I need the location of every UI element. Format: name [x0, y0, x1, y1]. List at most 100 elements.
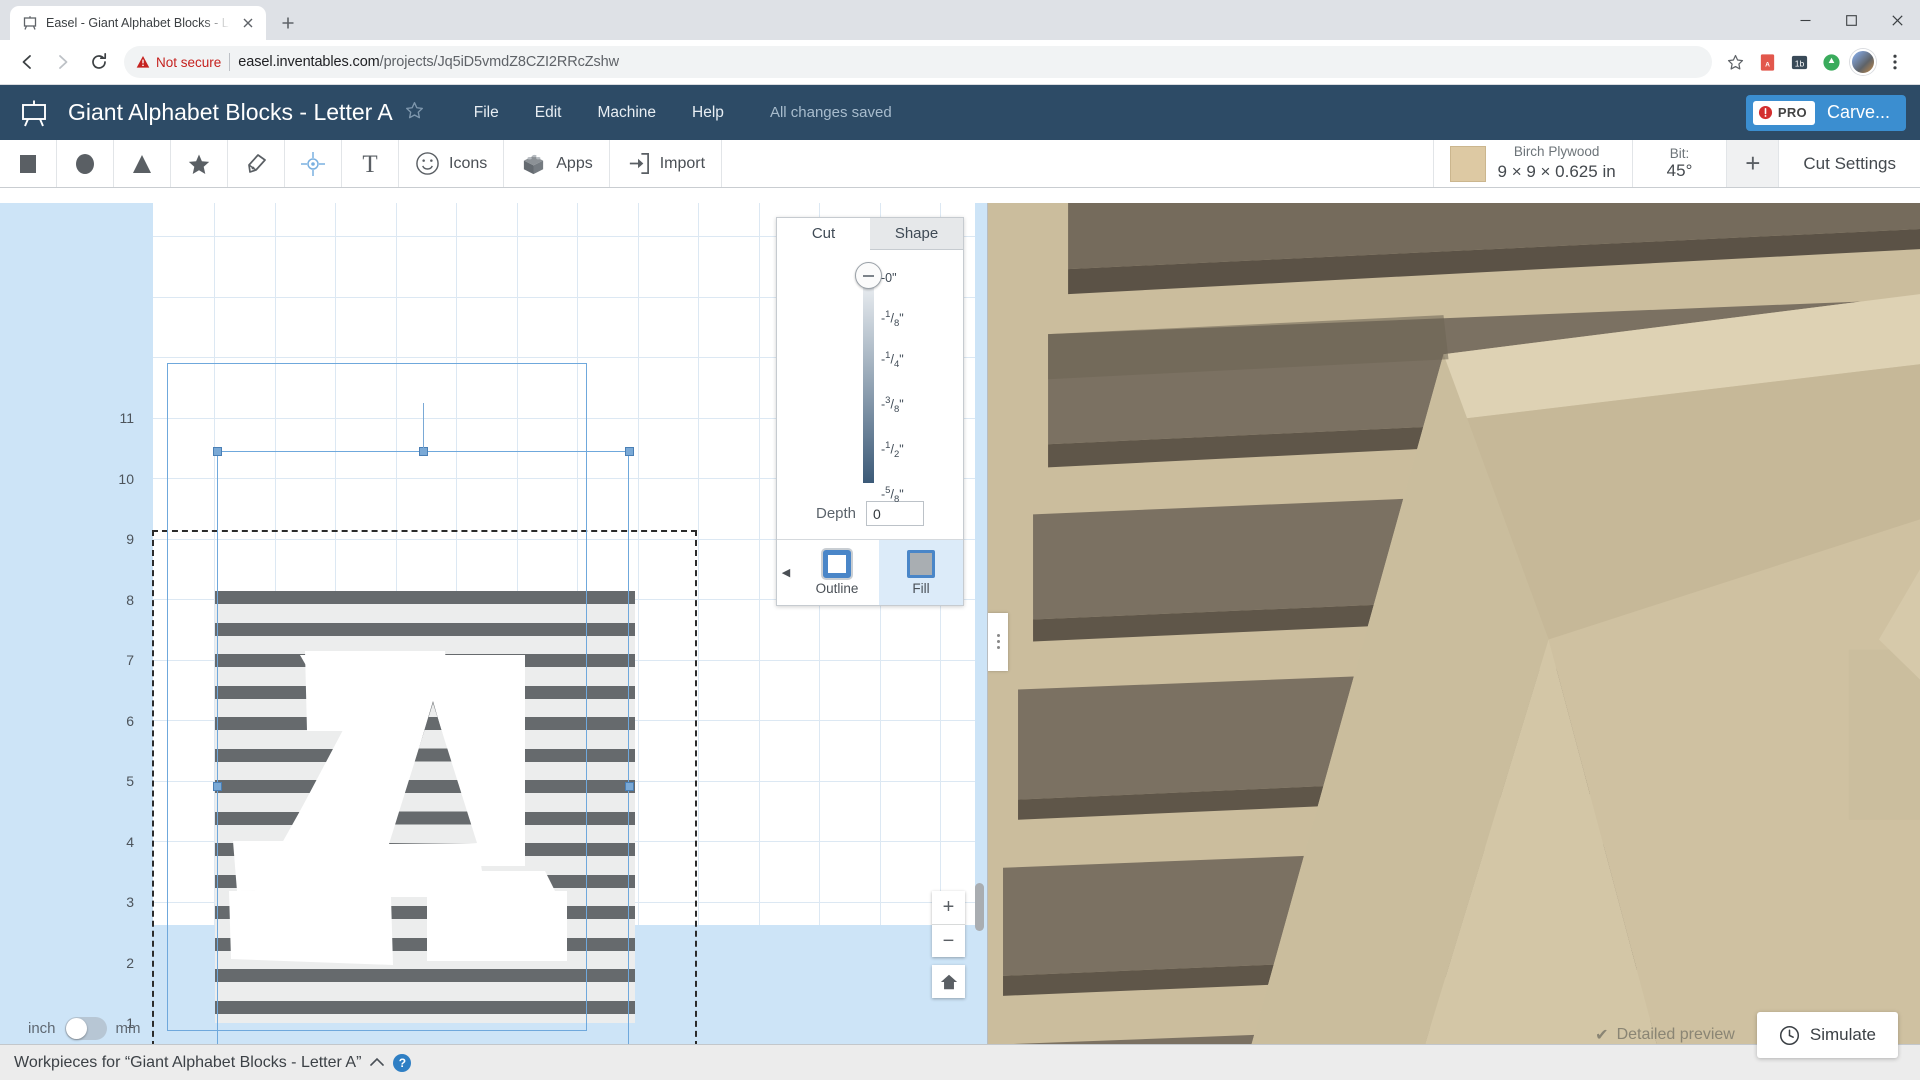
svg-text:A: A: [1765, 61, 1770, 68]
alert-circle-icon: [1758, 105, 1773, 120]
origin-tool[interactable]: [285, 140, 342, 187]
new-tab-button[interactable]: [274, 9, 302, 37]
preview-footer: ✔ Detailed preview Simulate: [1595, 1012, 1898, 1058]
profile-avatar[interactable]: [1848, 47, 1878, 77]
check-icon: ✔: [1595, 1025, 1608, 1045]
browser-menu-icon[interactable]: [1880, 47, 1910, 77]
outline-icon: [823, 550, 851, 578]
unit-toggle[interactable]: inch mm: [28, 1017, 141, 1040]
fill-icon: [907, 550, 935, 578]
reload-button[interactable]: [82, 45, 116, 79]
help-icon[interactable]: ?: [393, 1054, 411, 1072]
menu-help[interactable]: Help: [674, 85, 742, 140]
app-menu-bar: File Edit Machine Help: [456, 85, 742, 140]
window-close-button[interactable]: [1874, 0, 1920, 40]
tab-close-icon[interactable]: [238, 13, 258, 33]
import-arrow-icon: [626, 151, 651, 176]
circle-tool[interactable]: [57, 140, 114, 187]
selection-rectangle: [217, 451, 629, 1080]
home-view-button[interactable]: [932, 965, 965, 998]
material-selector[interactable]: Birch Plywood 9 × 9 × 0.625 in: [1433, 140, 1632, 187]
security-status[interactable]: Not secure: [136, 55, 221, 70]
omnibox-divider: [229, 53, 230, 71]
tab-cut[interactable]: Cut: [777, 218, 870, 250]
simulate-button[interactable]: Simulate: [1757, 1012, 1898, 1058]
ruler-v-label: 6: [126, 713, 134, 729]
fill-label: Fill: [912, 581, 929, 596]
workpieces-label: Workpieces for “Giant Alphabet Blocks - …: [14, 1054, 361, 1072]
depth-field-row: Depth: [777, 495, 963, 539]
onebox-extension-icon[interactable]: 1b: [1784, 47, 1814, 77]
depth-tick-1: -1/8": [881, 309, 904, 329]
menu-edit[interactable]: Edit: [517, 85, 580, 140]
outline-mode-button[interactable]: Outline: [795, 540, 879, 605]
depth-label: Depth: [816, 505, 856, 522]
header-right-actions: PRO Carve...: [1746, 95, 1906, 131]
text-icon: T: [358, 151, 382, 177]
selection-handle[interactable]: [213, 782, 222, 791]
depth-slider-thumb[interactable]: [855, 262, 882, 289]
3d-preview[interactable]: ✔ Detailed preview Simulate: [988, 203, 1920, 1080]
pdf-extension-icon[interactable]: A: [1752, 47, 1782, 77]
menu-file[interactable]: File: [456, 85, 517, 140]
tab-shape[interactable]: Shape: [870, 218, 963, 250]
design-canvas[interactable]: 1110987654321 12345678910111213: [0, 203, 988, 1080]
window-minimize-button[interactable]: [1782, 0, 1828, 40]
forward-button[interactable]: [46, 45, 80, 79]
favorite-star-icon[interactable]: [405, 101, 424, 125]
window-maximize-button[interactable]: [1828, 0, 1874, 40]
depth-slider-track[interactable]: [863, 278, 874, 483]
add-bit-button[interactable]: +: [1726, 140, 1778, 187]
depth-tick-4: -1/2": [881, 440, 904, 460]
unit-label-mm: mm: [116, 1020, 141, 1037]
carve-button[interactable]: PRO Carve...: [1746, 95, 1906, 131]
fill-mode-button[interactable]: Fill: [879, 540, 963, 605]
recycle-extension-icon[interactable]: [1816, 47, 1846, 77]
bit-selector[interactable]: Bit: 45°: [1632, 140, 1727, 187]
depth-tick-2: -1/4": [881, 350, 904, 370]
address-bar[interactable]: Not secure easel.inventables.com/project…: [124, 46, 1712, 78]
pro-badge: PRO: [1753, 101, 1815, 125]
browser-tab-title: Easel - Giant Alphabet Blocks - Le: [46, 16, 230, 30]
clock-icon: [1779, 1025, 1800, 1046]
pro-label: PRO: [1778, 105, 1807, 120]
vertical-scroll-thumb[interactable]: [975, 883, 984, 931]
zoom-in-button[interactable]: +: [932, 891, 965, 924]
text-tool[interactable]: T: [342, 140, 399, 187]
unit-toggle-knob: [66, 1018, 87, 1039]
bookmark-star-icon[interactable]: [1720, 47, 1750, 77]
back-button[interactable]: [10, 45, 44, 79]
menu-machine[interactable]: Machine: [579, 85, 674, 140]
panel-collapse-arrow[interactable]: ◀: [777, 540, 795, 605]
ruler-v-label: 11: [119, 410, 134, 426]
cut-settings-button[interactable]: Cut Settings: [1778, 140, 1920, 187]
zoom-out-button[interactable]: −: [932, 924, 965, 957]
ruler-v-label: 10: [118, 471, 134, 487]
selection-handle[interactable]: [213, 447, 222, 456]
cut-settings-panel: Cut Shape -0" -1/8" -1/4" -3/8": [776, 217, 964, 606]
smiley-icon: [415, 151, 440, 176]
simulate-label: Simulate: [1810, 1025, 1876, 1045]
crosshair-icon: [300, 151, 326, 177]
square-tool[interactable]: [0, 140, 57, 187]
star-tool[interactable]: [171, 140, 228, 187]
pane-drag-handle[interactable]: [988, 613, 1008, 671]
preview-render: [988, 203, 1920, 1080]
icons-tool[interactable]: Icons: [399, 140, 504, 187]
pen-tool[interactable]: [228, 140, 285, 187]
ruler-v-label: 9: [126, 531, 134, 547]
material-name: Birch Plywood: [1514, 144, 1600, 161]
chevron-up-icon[interactable]: [370, 1055, 384, 1070]
depth-slider[interactable]: -0" -1/8" -1/4" -3/8" -1/2" -5/8": [777, 250, 963, 495]
browser-tab[interactable]: Easel - Giant Alphabet Blocks - Le: [10, 6, 266, 40]
detailed-preview-toggle[interactable]: ✔ Detailed preview: [1595, 1025, 1735, 1045]
ruler-v-label: 7: [126, 652, 134, 668]
apps-tool[interactable]: Apps: [504, 140, 609, 187]
triangle-tool[interactable]: [114, 140, 171, 187]
import-tool[interactable]: Import: [610, 140, 722, 187]
easel-logo-icon[interactable]: [14, 98, 54, 128]
selection-handle[interactable]: [625, 782, 634, 791]
design-toolbar: T Icons Apps Import: [0, 140, 1920, 188]
unit-toggle-switch[interactable]: [65, 1017, 107, 1040]
selection-handle[interactable]: [625, 447, 634, 456]
